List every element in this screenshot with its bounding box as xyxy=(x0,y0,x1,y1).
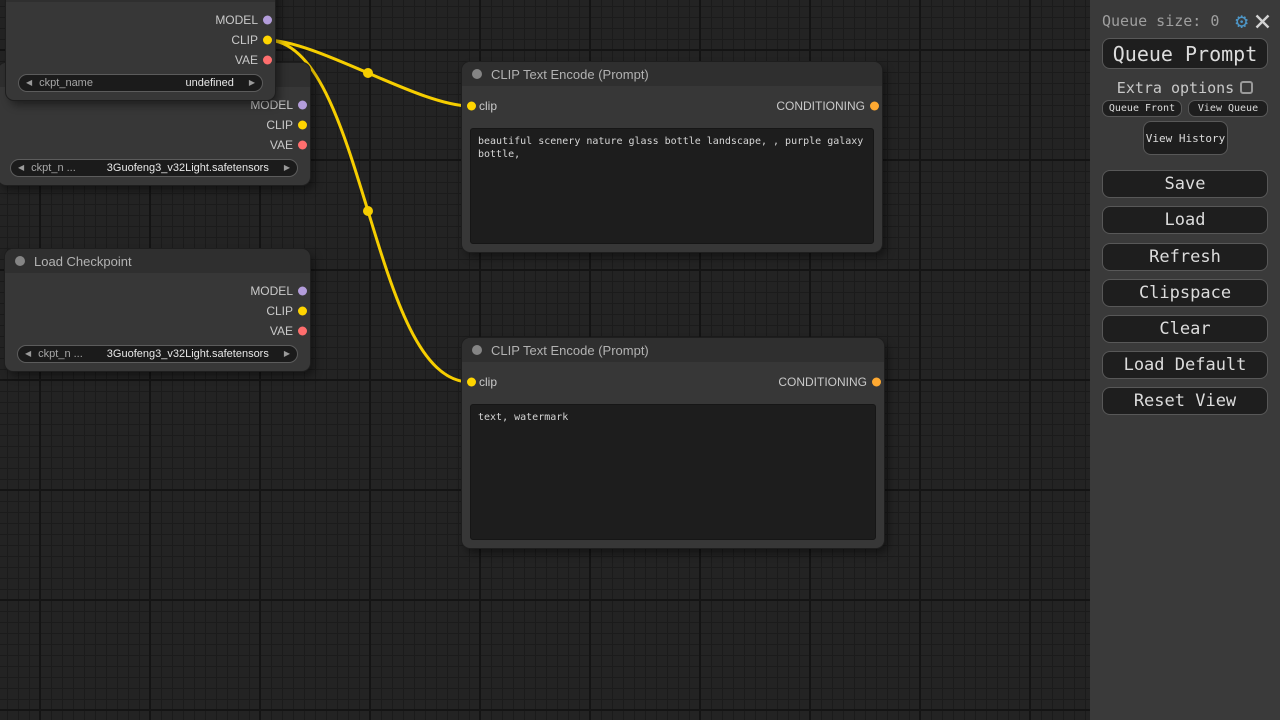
output-slot-vae: VAE xyxy=(5,321,310,341)
node-title-bar[interactable]: CLIP Text Encode (Prompt) xyxy=(462,62,882,86)
widget-label: ckpt_n ... xyxy=(38,348,83,360)
combo-prev-arrow-icon[interactable]: ◀ xyxy=(18,164,24,172)
slot-label: MODEL xyxy=(250,98,293,112)
widget-value: 3Guofeng3_v32Light.safetensors xyxy=(76,162,284,174)
extra-options-checkbox[interactable] xyxy=(1240,81,1253,94)
conditioning-output-dot[interactable] xyxy=(872,378,881,387)
node-load-checkpoint[interactable]: Load Checkpoint MODEL CLIP VAE ◀ ckpt_n … xyxy=(5,249,310,371)
slot-label: VAE xyxy=(270,324,293,338)
clear-button[interactable]: Clear xyxy=(1102,315,1268,343)
clip-input-dot[interactable] xyxy=(467,378,476,387)
combo-prev-arrow-icon[interactable]: ◀ xyxy=(26,79,32,87)
conditioning-output-label: CONDITIONING xyxy=(776,99,865,113)
link-midpoint-dot xyxy=(363,68,373,78)
conditioning-output-label: CONDITIONING xyxy=(778,375,867,389)
clip-input-label: clip xyxy=(479,99,497,113)
clip-output-dot[interactable] xyxy=(263,36,272,45)
slot-label: CLIP xyxy=(266,304,293,318)
node-title-bar[interactable]: CLIP Text Encode (Prompt) xyxy=(462,338,884,362)
output-slot-vae: VAE xyxy=(0,135,310,155)
model-output-dot[interactable] xyxy=(298,101,307,110)
ckpt-name-combo-widget[interactable]: ◀ ckpt_name undefined ▶ xyxy=(18,74,263,92)
slot-label: CLIP xyxy=(266,118,293,132)
refresh-button[interactable]: Refresh xyxy=(1102,243,1268,271)
queue-front-button[interactable]: Queue Front xyxy=(1102,100,1182,117)
queue-size-label: Queue size: 0 xyxy=(1102,12,1235,30)
slot-label: VAE xyxy=(270,138,293,152)
combo-next-arrow-icon[interactable]: ▶ xyxy=(284,350,290,358)
widget-value: 3Guofeng3_v32Light.safetensors xyxy=(83,348,284,360)
slot-label: MODEL xyxy=(215,13,258,27)
vae-output-dot[interactable] xyxy=(298,327,307,336)
ckpt-name-combo-widget[interactable]: ◀ ckpt_n ... 3Guofeng3_v32Light.safetens… xyxy=(17,345,298,363)
settings-gear-icon[interactable]: ⚙ xyxy=(1235,10,1248,32)
prompt-textarea[interactable]: text, watermark xyxy=(470,404,876,540)
node-title: Load Checkpoint xyxy=(34,254,132,269)
output-slot-clip: CLIP xyxy=(6,30,275,50)
node-load-checkpoint-top[interactable]: MODEL CLIP VAE ◀ ckpt_name undefined ▶ xyxy=(6,0,275,100)
node-clip-text-encode-negative[interactable]: CLIP Text Encode (Prompt) clip CONDITION… xyxy=(462,338,884,548)
output-slot-vae: VAE xyxy=(6,50,275,70)
load-default-button[interactable]: Load Default xyxy=(1102,351,1268,379)
prompt-textarea[interactable]: beautiful scenery nature glass bottle la… xyxy=(470,128,874,244)
widget-label: ckpt_n ... xyxy=(31,162,76,174)
vae-output-dot[interactable] xyxy=(298,141,307,150)
clip-output-dot[interactable] xyxy=(298,307,307,316)
link-midpoint-dot xyxy=(363,206,373,216)
queue-prompt-button[interactable]: Queue Prompt xyxy=(1102,38,1268,69)
slot-row: clip CONDITIONING xyxy=(462,96,882,116)
output-slot-clip: CLIP xyxy=(5,301,310,321)
combo-prev-arrow-icon[interactable]: ◀ xyxy=(25,350,31,358)
model-output-dot[interactable] xyxy=(263,16,272,25)
save-button[interactable]: Save xyxy=(1102,170,1268,198)
comfy-menu-panel: Queue size: 0 ⚙ Queue Prompt Extra optio… xyxy=(1090,0,1280,720)
node-title: CLIP Text Encode (Prompt) xyxy=(491,343,649,358)
reset-view-button[interactable]: Reset View xyxy=(1102,387,1268,415)
view-queue-button[interactable]: View Queue xyxy=(1188,100,1268,117)
combo-next-arrow-icon[interactable]: ▶ xyxy=(249,79,255,87)
widget-value: undefined xyxy=(93,77,249,89)
slot-label: MODEL xyxy=(250,284,293,298)
ckpt-name-combo-widget[interactable]: ◀ ckpt_n ... 3Guofeng3_v32Light.safetens… xyxy=(10,159,298,177)
conditioning-output-dot[interactable] xyxy=(870,102,879,111)
clip-input-label: clip xyxy=(479,375,497,389)
clip-input-dot[interactable] xyxy=(467,102,476,111)
load-button[interactable]: Load xyxy=(1102,206,1268,234)
node-status-dot xyxy=(472,69,482,79)
output-slot-model: MODEL xyxy=(6,10,275,30)
slot-label: CLIP xyxy=(231,33,258,47)
node-status-dot xyxy=(15,256,25,266)
node-graph-canvas[interactable]: MODEL CLIP VAE ◀ ckpt_n ... 3Guofeng3_v3… xyxy=(0,0,1090,720)
output-slot-clip: CLIP xyxy=(0,115,310,135)
node-status-dot xyxy=(472,345,482,355)
vae-output-dot[interactable] xyxy=(263,56,272,65)
node-title-bar[interactable]: Load Checkpoint xyxy=(5,249,310,273)
node-clip-text-encode-positive[interactable]: CLIP Text Encode (Prompt) clip CONDITION… xyxy=(462,62,882,252)
clip-output-dot[interactable] xyxy=(298,121,307,130)
widget-label: ckpt_name xyxy=(39,77,93,89)
combo-next-arrow-icon[interactable]: ▶ xyxy=(284,164,290,172)
model-output-dot[interactable] xyxy=(298,287,307,296)
slot-label: VAE xyxy=(235,53,258,67)
extra-options-label: Extra options xyxy=(1117,79,1234,97)
clipspace-button[interactable]: Clipspace xyxy=(1102,279,1268,307)
node-title: CLIP Text Encode (Prompt) xyxy=(491,67,649,82)
slot-row: clip CONDITIONING xyxy=(462,372,884,392)
output-slot-model: MODEL xyxy=(5,281,310,301)
close-icon[interactable] xyxy=(1255,14,1270,29)
view-history-button[interactable]: View History xyxy=(1143,121,1228,155)
